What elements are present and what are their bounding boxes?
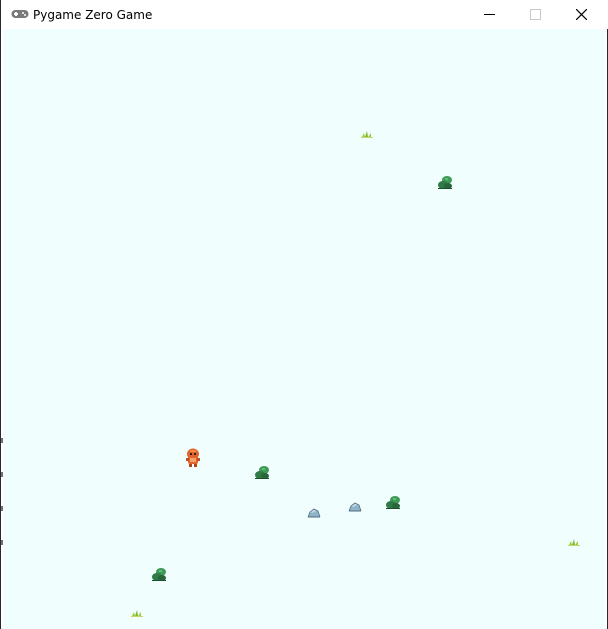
close-button[interactable] bbox=[558, 0, 604, 29]
green-bush-icon bbox=[438, 176, 452, 189]
minimize-icon bbox=[484, 14, 495, 15]
green-bush-icon bbox=[386, 496, 400, 509]
grass-tuft-icon bbox=[361, 131, 373, 138]
maximize-icon bbox=[530, 9, 541, 20]
close-icon bbox=[576, 9, 587, 20]
green-bush-icon bbox=[255, 466, 269, 479]
orange-creature-icon bbox=[186, 448, 200, 467]
gamepad-icon bbox=[11, 10, 29, 18]
grass-tuft-icon bbox=[131, 610, 143, 617]
title-bar[interactable]: Pygame Zero Game bbox=[2, 0, 608, 29]
green-bush-icon bbox=[152, 568, 166, 581]
maximize-button[interactable] bbox=[512, 0, 558, 29]
window-title: Pygame Zero Game bbox=[33, 8, 153, 22]
grass-tuft-icon bbox=[568, 539, 580, 546]
game-window: Pygame Zero Game bbox=[0, 0, 608, 629]
window-edge-marks bbox=[1, 430, 3, 550]
minimize-button[interactable] bbox=[466, 0, 512, 29]
blue-rock-icon bbox=[307, 508, 321, 518]
blue-rock-icon bbox=[348, 502, 362, 512]
game-canvas[interactable] bbox=[3, 29, 605, 629]
